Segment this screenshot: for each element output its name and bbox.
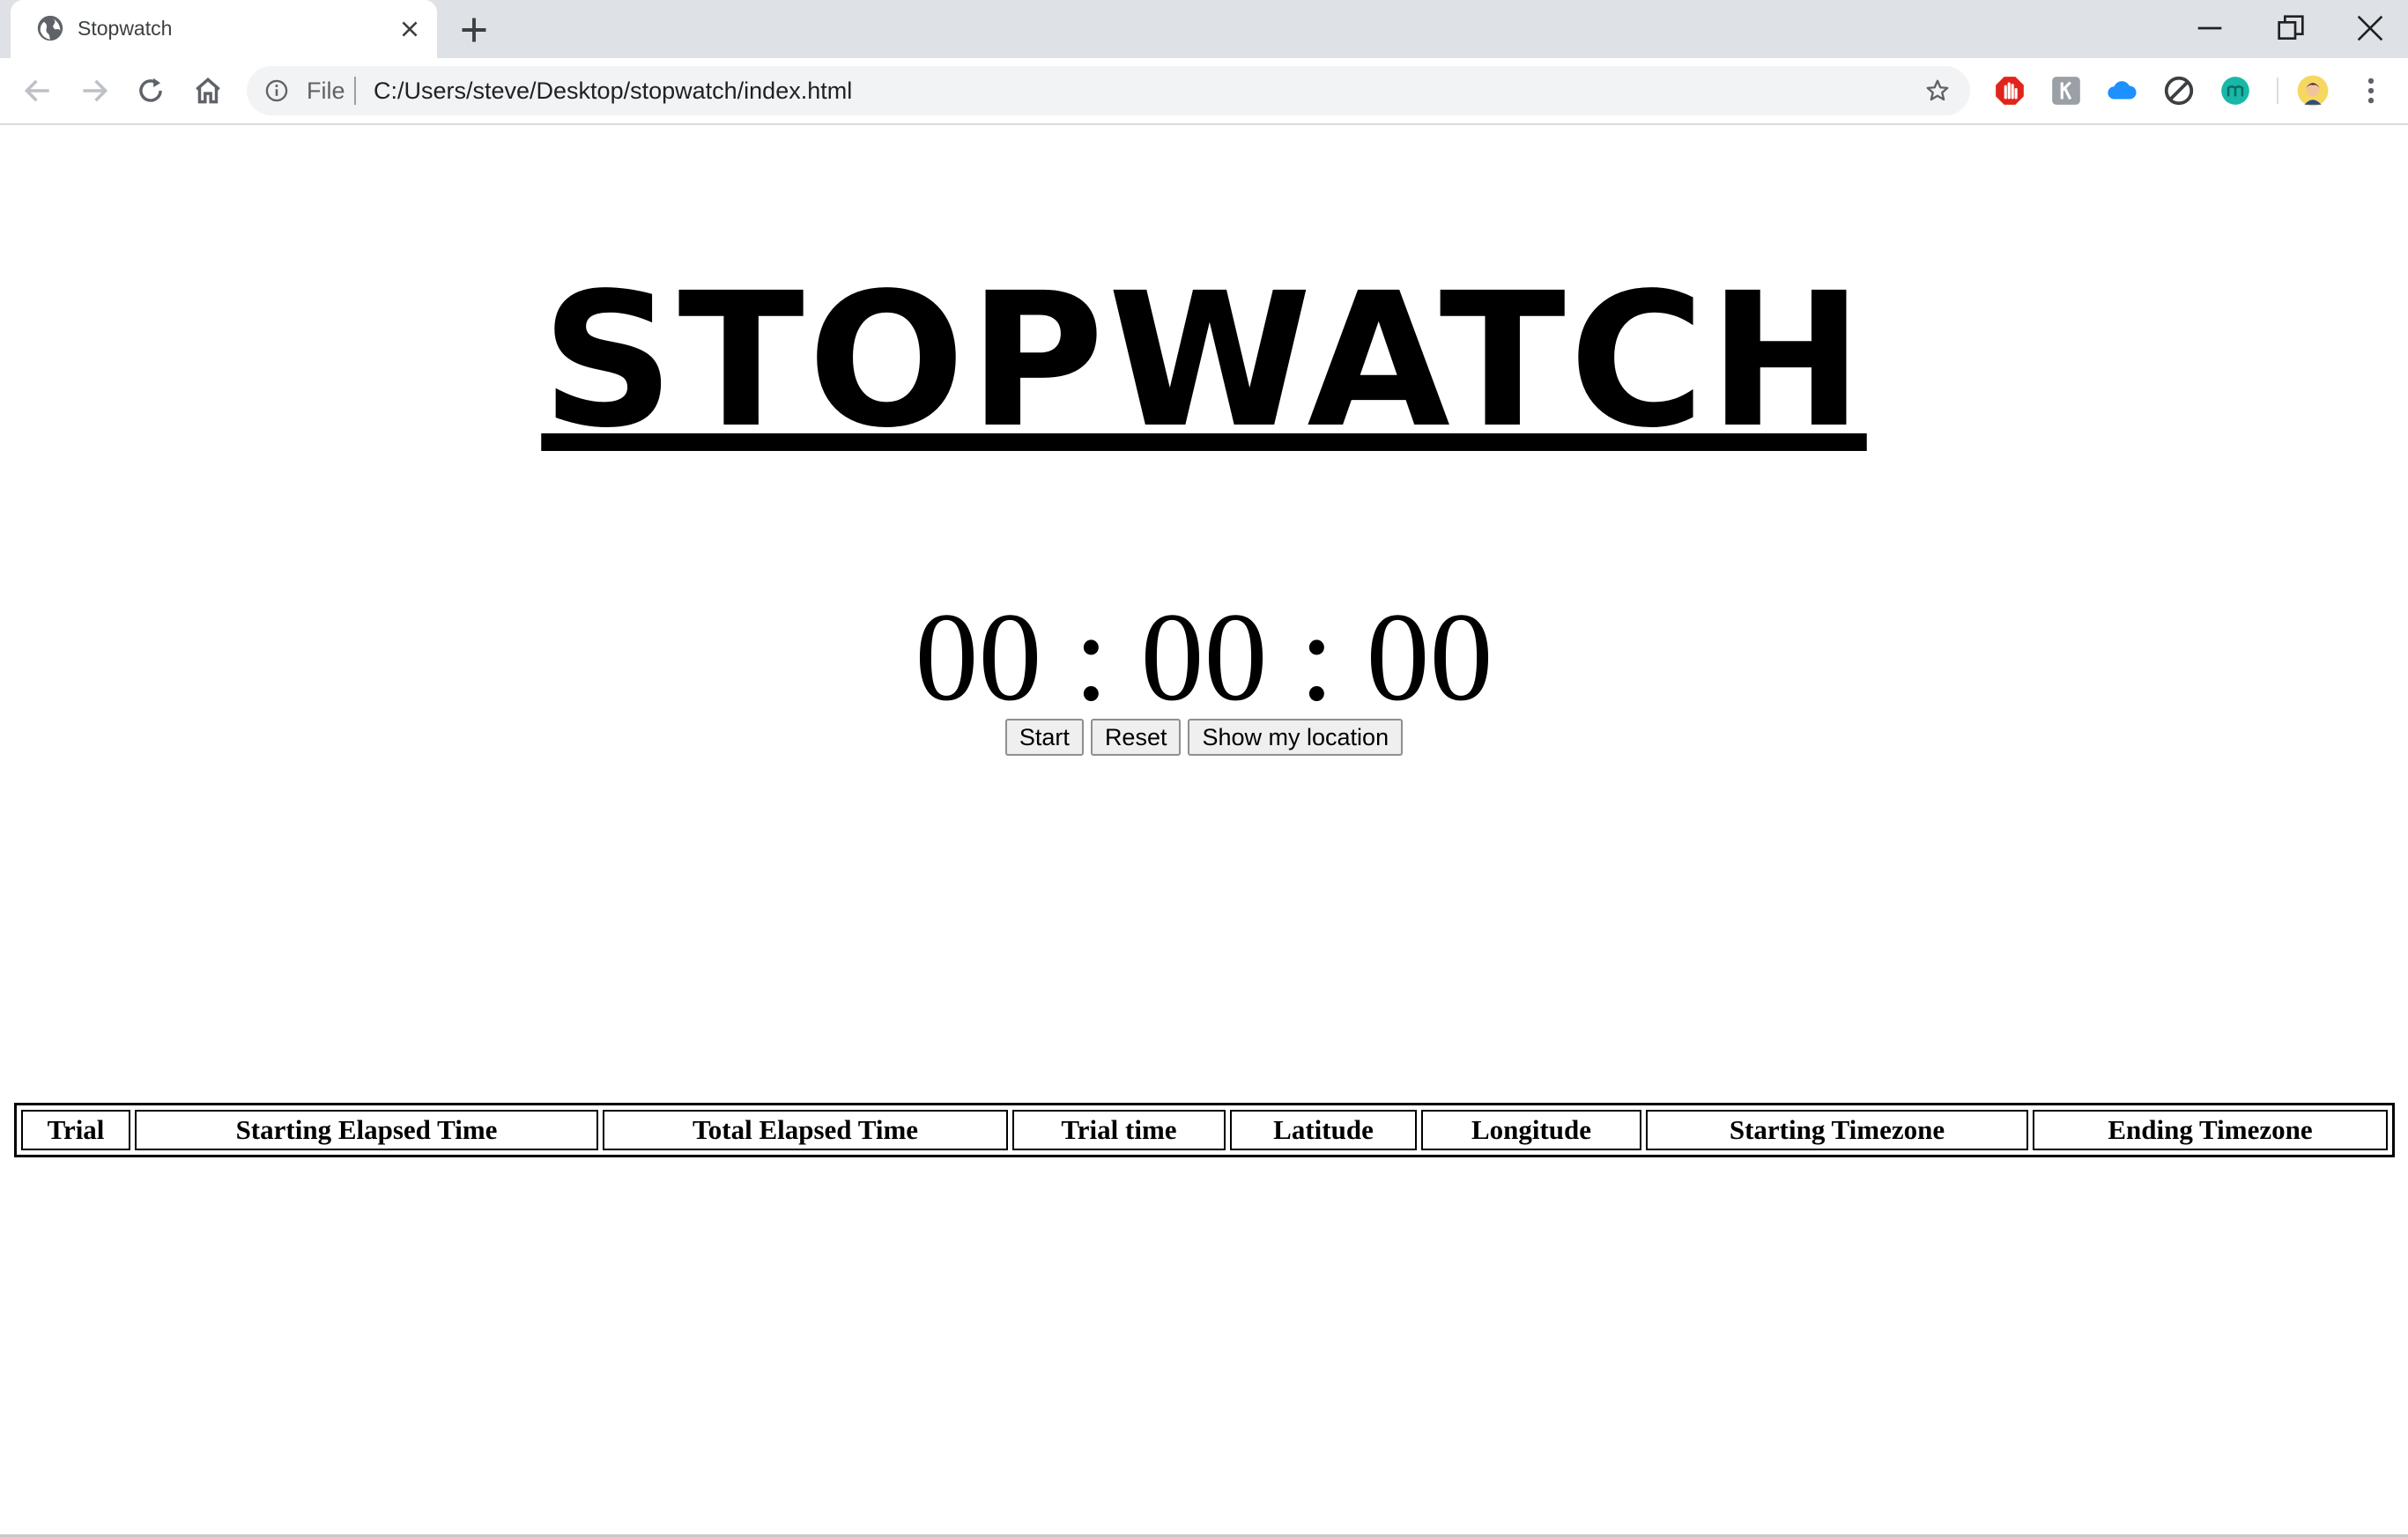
globe-icon bbox=[37, 15, 63, 41]
new-tab-icon[interactable] bbox=[458, 14, 490, 46]
column-header: Starting Timezone bbox=[1646, 1110, 2028, 1150]
grey-k-extension-icon[interactable] bbox=[2049, 74, 2083, 107]
scheme-label: File bbox=[307, 78, 345, 104]
forward-arrow-icon[interactable] bbox=[78, 74, 111, 107]
menu-kebab-icon[interactable] bbox=[2354, 74, 2388, 107]
column-header: Trial time bbox=[1012, 1110, 1226, 1150]
home-icon[interactable] bbox=[191, 74, 225, 107]
browser-toolbar: File C:/Users/steve/Desktop/stopwatch/in… bbox=[0, 58, 2408, 125]
address-bar[interactable]: File C:/Users/steve/Desktop/stopwatch/in… bbox=[247, 66, 1970, 115]
profile-avatar-icon[interactable] bbox=[2296, 74, 2330, 107]
teal-m-extension-icon[interactable] bbox=[2219, 74, 2252, 107]
tab-strip: Stopwatch bbox=[0, 0, 2408, 58]
bookmark-star-icon[interactable] bbox=[1924, 78, 1951, 104]
column-header: Longitude bbox=[1421, 1110, 1641, 1150]
column-header: Starting Elapsed Time bbox=[135, 1110, 598, 1150]
table-header-row: Trial Starting Elapsed Time Total Elapse… bbox=[21, 1110, 2388, 1150]
column-header: Trial bbox=[21, 1110, 130, 1150]
results-table: Trial Starting Elapsed Time Total Elapse… bbox=[14, 1103, 2395, 1157]
toolbar-divider bbox=[2277, 78, 2278, 104]
timer-separator: : bbox=[1299, 587, 1335, 728]
back-arrow-icon[interactable] bbox=[21, 74, 55, 107]
tab-title: Stopwatch bbox=[78, 17, 173, 40]
reload-icon[interactable] bbox=[134, 74, 167, 107]
column-header: Latitude bbox=[1230, 1110, 1417, 1150]
close-window-icon[interactable] bbox=[2352, 11, 2388, 46]
timer-separator: : bbox=[1073, 587, 1109, 728]
timer-display: 00 : 00 : 00 bbox=[0, 583, 2408, 733]
start-button[interactable]: Start bbox=[1004, 719, 1084, 756]
timer-hours: 00 bbox=[915, 587, 1042, 728]
column-header: Total Elapsed Time bbox=[603, 1110, 1008, 1150]
show-location-button[interactable]: Show my location bbox=[1188, 719, 1404, 756]
restore-icon[interactable] bbox=[2273, 11, 2308, 46]
browser-tab[interactable]: Stopwatch bbox=[11, 0, 437, 58]
page-content: STOPWATCH 00 : 00 : 00 Start Reset Show … bbox=[0, 125, 2408, 1537]
reset-button[interactable]: Reset bbox=[1090, 719, 1182, 756]
address-separator bbox=[354, 77, 356, 105]
minimize-icon[interactable] bbox=[2192, 11, 2227, 46]
column-header: Ending Timezone bbox=[2033, 1110, 2388, 1150]
timer-minutes: 00 bbox=[1140, 587, 1268, 728]
timer-seconds: 00 bbox=[1366, 587, 1493, 728]
adblock-extension-icon[interactable] bbox=[1993, 74, 2026, 107]
info-icon[interactable] bbox=[264, 78, 289, 103]
page-title: STOPWATCH bbox=[541, 253, 1867, 469]
button-row: Start Reset Show my location bbox=[0, 719, 2408, 756]
close-tab-icon[interactable] bbox=[398, 18, 421, 41]
cloud-extension-icon[interactable] bbox=[2106, 74, 2139, 107]
blocked-circle-extension-icon[interactable] bbox=[2162, 74, 2196, 107]
url-text[interactable]: C:/Users/steve/Desktop/stopwatch/index.h… bbox=[374, 78, 852, 104]
